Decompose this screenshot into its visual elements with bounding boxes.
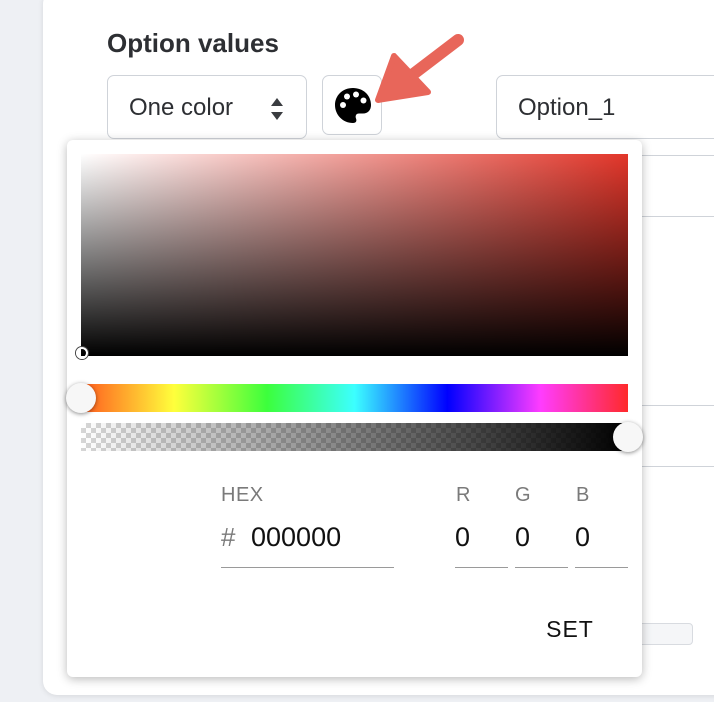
hue-slider[interactable] xyxy=(81,384,628,412)
r-label: R xyxy=(456,484,471,506)
palette-icon xyxy=(335,88,371,123)
b-value: 0 xyxy=(575,522,591,552)
g-value: 0 xyxy=(515,522,531,552)
hex-label: HEX xyxy=(221,484,264,506)
saturation-area[interactable] xyxy=(81,154,628,356)
r-value: 0 xyxy=(455,522,471,552)
background-button xyxy=(637,623,693,645)
section-title: Option values xyxy=(107,28,279,58)
g-input[interactable]: 0 xyxy=(515,518,568,568)
arrow-icon xyxy=(375,34,464,103)
hex-value: 000000 xyxy=(251,522,342,552)
b-input[interactable]: 0 xyxy=(575,518,628,568)
g-label: G xyxy=(515,484,532,506)
r-input[interactable]: 0 xyxy=(455,518,508,568)
background-field xyxy=(637,155,714,217)
set-button[interactable]: SET xyxy=(537,612,603,646)
option-value-input[interactable]: Option_1 xyxy=(496,75,714,139)
hex-input[interactable]: 000000 xyxy=(221,518,394,568)
saturation-handle[interactable] xyxy=(76,347,88,359)
color-mode-select[interactable]: One color xyxy=(107,75,307,139)
alpha-slider[interactable] xyxy=(81,423,628,451)
hex-prefix: # xyxy=(221,522,236,552)
option-value-text: Option_1 xyxy=(518,94,616,121)
color-preview-swatch xyxy=(81,480,171,570)
color-mode-select-value: One color xyxy=(129,94,234,121)
background-field xyxy=(637,405,714,467)
color-picker-popover: HEX 000000 # R 0 G 0 B 0 SET xyxy=(66,140,643,677)
b-label: B xyxy=(576,484,590,506)
alpha-slider-handle[interactable] xyxy=(613,422,643,452)
select-updown-icon xyxy=(271,98,283,120)
hue-slider-handle[interactable] xyxy=(66,383,96,413)
